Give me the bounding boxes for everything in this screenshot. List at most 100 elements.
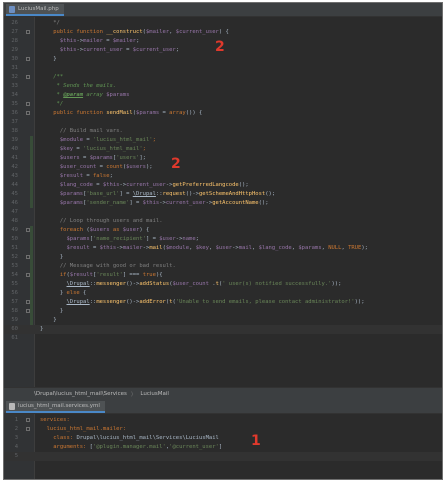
fold-icon[interactable] (26, 418, 30, 422)
code-token: $user (122, 227, 140, 233)
fold-icon[interactable] (26, 228, 30, 232)
fold-icon[interactable] (26, 273, 30, 277)
code-line[interactable]: 41 $users = $params['users']; (4, 154, 442, 163)
code-token: */ (40, 101, 64, 107)
code-line[interactable]: 27 public function __construct($mailer, … (4, 28, 442, 37)
code-token: Drupal\lucius_html_mail\Services\LuciusM… (76, 435, 219, 441)
fold-icon[interactable] (26, 75, 30, 79)
code-line[interactable]: 42 $user_count = count($users); (4, 163, 442, 172)
code-text: } (40, 307, 63, 316)
code-line[interactable]: 36 public function sendMail($params = ar… (4, 109, 442, 118)
tab-services-yml[interactable]: lucius_html_mail.services.yml (6, 401, 105, 413)
code-line[interactable]: 53 // Message with good or bad result. (4, 262, 442, 271)
code-line[interactable]: 4 arguments: ['@plugin.manager.mail','@c… (4, 443, 442, 452)
code-token: ; (195, 236, 199, 242)
fold-icon[interactable] (26, 102, 30, 106)
fold-icon[interactable] (26, 300, 30, 304)
code-text: class: Drupal\lucius_html_mail\Services\… (40, 434, 219, 443)
code-token: getAccountName (212, 200, 259, 206)
code-token: ()-> (185, 191, 199, 197)
code-line[interactable]: 26 */ (4, 19, 442, 28)
code-line[interactable]: 39 $module = 'lucius_html_mail'; (4, 136, 442, 145)
code-line[interactable]: 32 /** (4, 73, 442, 82)
code-line[interactable]: 52 } (4, 253, 442, 262)
code-line[interactable]: 49 foreach ($users as $user) { (4, 226, 442, 235)
code-token: :: (155, 191, 163, 197)
code-line[interactable]: 3 class: Drupal\lucius_html_mail\Service… (4, 434, 442, 443)
code-token: $params (298, 245, 322, 251)
code-token: getPreferredLangcode (172, 182, 239, 188)
yaml-code-editor[interactable]: 1 services: 2 lucius_html_mail.mailer: 3 cl… (4, 414, 442, 479)
code-token: // Message with good or bad result. (40, 263, 176, 269)
code-text: $user_count = count($users); (40, 163, 153, 172)
fold-icon[interactable] (26, 111, 30, 115)
tab-lucius-mail-php[interactable]: LuciusMail.php (6, 4, 64, 16)
code-line[interactable]: 57 \Drupal::messenger()->addError(t('Una… (4, 298, 442, 307)
code-line[interactable]: 1 services: (4, 416, 442, 425)
code-line[interactable]: 59 } (4, 316, 442, 325)
code-line[interactable]: 48 // Loop through users and mail. (4, 217, 442, 226)
code-token: , (252, 245, 259, 251)
code-token: ){ (155, 272, 163, 278)
code-line[interactable]: 47 (4, 208, 442, 217)
code-line[interactable]: 61 (4, 334, 442, 343)
code-token: ] = (145, 236, 160, 242)
code-token: = (89, 245, 100, 251)
php-file-icon (9, 5, 15, 13)
code-token: , (169, 29, 176, 35)
code-line[interactable]: 54 if($result['result'] === true){ (4, 271, 442, 280)
code-token: sendMail (106, 110, 133, 116)
code-line[interactable]: 33 * Sends the mails. (4, 82, 442, 91)
code-token: */ (40, 20, 60, 26)
code-line[interactable]: 50 $params['name_recipient'] = $user->na… (4, 235, 442, 244)
code-token: ; (142, 146, 146, 152)
code-line[interactable]: 38 // Build mail vars. (4, 127, 442, 136)
code-token: array (83, 92, 107, 98)
line-number: 38 (11, 128, 18, 134)
line-number: 49 (11, 227, 18, 233)
code-line[interactable]: 51 $result = $this->mailer->mail($module… (4, 244, 442, 253)
code-token: lucius_html_mail.mailer: (40, 426, 127, 432)
code-token: = (83, 173, 93, 179)
line-number: 39 (11, 137, 18, 143)
change-marker (30, 235, 33, 244)
yaml-file-icon (9, 402, 15, 410)
code-token: if (40, 272, 67, 278)
code-line[interactable]: 55 \Drupal::messenger()->addStatus($user… (4, 280, 442, 289)
ide-window: LuciusMail.php 26 */27 public function _… (3, 2, 443, 480)
code-line[interactable]: 40 $key = 'lucius_html_mail'; (4, 145, 442, 154)
fold-icon[interactable] (26, 427, 30, 431)
code-line[interactable]: 58 } (4, 307, 442, 316)
code-text: \Drupal::messenger()->addError(t('Unable… (40, 298, 365, 307)
php-code-editor[interactable]: 26 */27 public function __construct($mai… (4, 17, 442, 387)
code-token: } (40, 317, 57, 323)
code-text: $params['name_recipient'] = $user->name; (40, 235, 199, 244)
code-line[interactable]: 43 $result = false; (4, 172, 442, 181)
code-line[interactable]: 2 lucius_html_mail.mailer: (4, 425, 442, 434)
breadcrumb-class[interactable]: LuciusMail (140, 391, 169, 397)
code-line[interactable]: 44 $lang_code = $this->current_user->get… (4, 181, 442, 190)
breadcrumb-namespace[interactable]: \Drupal\lucius_html_mail\Services (34, 391, 127, 397)
code-line[interactable]: 34 * @param array $params (4, 91, 442, 100)
line-number: 29 (11, 47, 18, 53)
fold-icon[interactable] (26, 309, 30, 313)
code-token: $this (102, 182, 120, 188)
code-line[interactable]: 31 (4, 64, 442, 73)
fold-icon[interactable] (26, 57, 30, 61)
line-number: 2 (14, 426, 18, 432)
code-line[interactable]: 30 } (4, 55, 442, 64)
code-token: '@current_user' (169, 444, 219, 450)
fold-icon[interactable] (26, 255, 30, 259)
code-line[interactable]: 37 (4, 118, 442, 127)
code-line[interactable]: 46 $params['sender_name'] = $this->curre… (4, 199, 442, 208)
code-line[interactable]: 60} (4, 325, 442, 334)
code-line[interactable]: 35 */ (4, 100, 442, 109)
code-token: 'name_recipient' (93, 236, 146, 242)
code-line[interactable]: 5 (4, 452, 442, 461)
code-token: ; (175, 47, 180, 53)
code-token: ()) { (185, 110, 203, 116)
code-token: } (40, 290, 67, 296)
fold-icon[interactable] (26, 30, 30, 34)
code-line[interactable]: 56 } else { (4, 289, 442, 298)
code-line[interactable]: 45 $params['base_url'] = \Drupal::reques… (4, 190, 442, 199)
